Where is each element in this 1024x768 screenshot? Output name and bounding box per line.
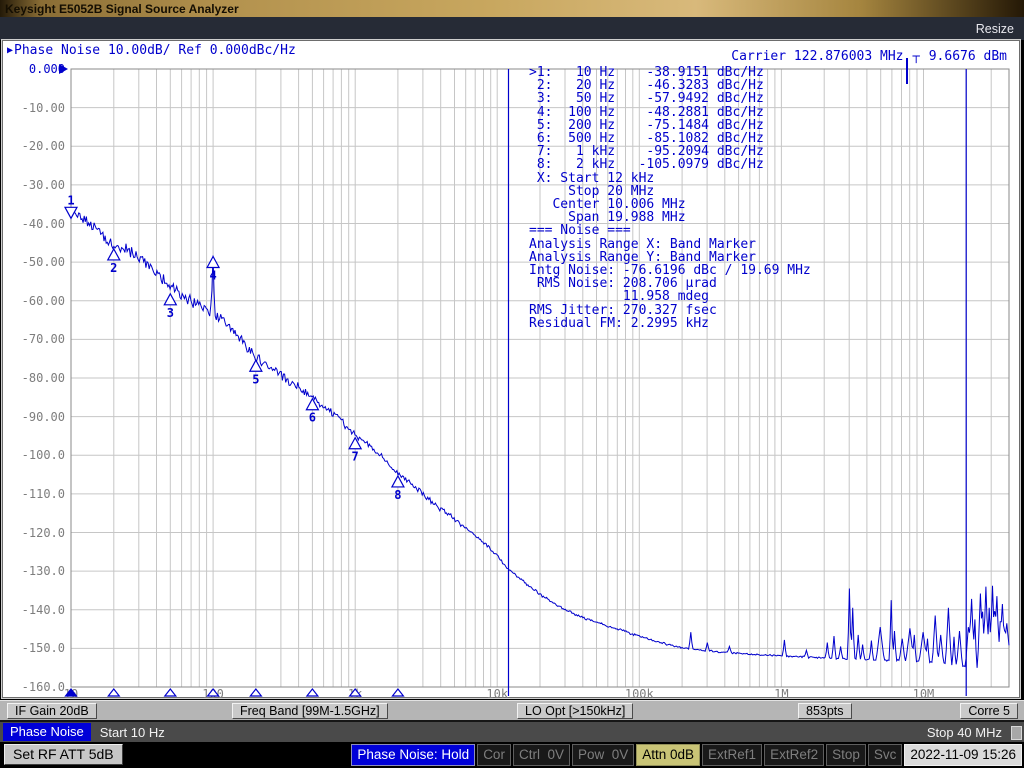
reference-level-icon[interactable] — [59, 64, 68, 74]
y-axis-label: -130.0 — [3, 564, 65, 578]
trace-marker-6[interactable]: 6 — [306, 399, 318, 425]
menu-bar: Resize — [0, 17, 1024, 40]
status-svc: Svc — [868, 744, 903, 766]
status-phase-noise-hold: Phase Noise: Hold — [351, 744, 475, 766]
status-extref1: ExtRef1 — [702, 744, 762, 766]
status-cor: Cor — [477, 744, 511, 766]
marker-number: 3 — [167, 306, 174, 320]
marker-number: 5 — [252, 372, 259, 386]
axis-marker-tick-5[interactable] — [250, 689, 261, 696]
scrollbar-corner — [1011, 726, 1022, 740]
y-axis-label: -30.00 — [3, 178, 65, 192]
y-axis-label: -70.00 — [3, 332, 65, 346]
phase-noise-plot: 1 2 3 4 5 6 7 8 — [3, 41, 1019, 697]
status-stop: Stop — [826, 744, 866, 766]
resize-button[interactable]: Resize — [976, 22, 1024, 36]
marker-number: 4 — [209, 269, 216, 283]
marker-number: 6 — [309, 411, 316, 425]
y-axis-label: -120.0 — [3, 526, 65, 540]
y-axis-label: -50.00 — [3, 255, 65, 269]
carrier-frequency: Carrier 122.876003 MHz — [731, 49, 903, 64]
carrier-readout: Carrier 122.876003 MHz ┬ 9.6676 dBm — [731, 49, 1007, 64]
marker-number: 7 — [352, 450, 359, 464]
marker-triangle — [108, 249, 120, 260]
axis-marker-tick-2[interactable] — [108, 689, 119, 696]
band-indicator-icon: ┬ — [912, 49, 919, 63]
window-title: Keysight E5052B Signal Source Analyzer — [0, 2, 239, 16]
status-attn-0db: Attn 0dB — [636, 744, 700, 766]
y-axis-label: -160.0 — [3, 680, 65, 694]
marker-info-readout: >1: 10 Hz -38.9151 dBc/Hz 2: 20 Hz -46.3… — [529, 66, 811, 330]
axis-marker-tick-4[interactable] — [208, 689, 219, 696]
y-axis-label: -40.00 — [3, 217, 65, 231]
axis-marker-tick-7[interactable] — [350, 689, 361, 696]
y-axis-label: -10.00 — [3, 101, 65, 115]
trace-marker-3[interactable]: 3 — [164, 294, 176, 320]
y-axis-label: -90.00 — [3, 410, 65, 424]
trace-marker-5[interactable]: 5 — [250, 360, 262, 386]
status-extref2: ExtRef2 — [764, 744, 824, 766]
softkey-bar: IF Gain 20dB Freq Band [99M-1.5GHz] LO Opt… — [0, 700, 1024, 720]
softkey-853pts[interactable]: 853pts — [798, 703, 852, 719]
measurement-tab-bar: Phase Noise Start 10 Hz Stop 40 MHz — [0, 720, 1024, 742]
status-pow-0v: Pow 0V — [572, 744, 634, 766]
y-axis-label: -150.0 — [3, 641, 65, 655]
status-ctrl-0v: Ctrl 0V — [513, 744, 570, 766]
y-axis-label: 0.000 — [3, 62, 65, 76]
marker-triangle — [392, 476, 404, 487]
axis-marker-tick-6[interactable] — [307, 689, 318, 696]
trace-marker-4[interactable]: 4 — [207, 257, 219, 283]
axis-marker-tick-1[interactable] — [66, 689, 77, 696]
instrument-screen: Keysight E5052B Signal Source Analyzer R… — [0, 0, 1024, 768]
y-axis-label: -80.00 — [3, 371, 65, 385]
softkey-corre-5[interactable]: Corre 5 — [960, 703, 1018, 719]
window-title-bar[interactable]: Keysight E5052B Signal Source Analyzer — [0, 0, 1024, 17]
status-2022-11-09-15-26: 2022-11-09 15:26 — [904, 744, 1022, 766]
axis-marker-tick-8[interactable] — [392, 689, 403, 696]
trace-scale-label[interactable]: ▶Phase Noise 10.00dB/ Ref 0.000dBc/Hz — [7, 43, 296, 58]
y-axis-label: -100.0 — [3, 448, 65, 462]
marker-triangle — [349, 438, 361, 449]
marker-number: 2 — [110, 261, 117, 275]
sweep-stop-label: Stop 40 MHz — [927, 725, 1002, 740]
softkey-lo-opt-150khz[interactable]: LO Opt [>150kHz] — [517, 703, 633, 719]
trace-marker-1[interactable]: 1 — [65, 193, 77, 218]
marker-triangle — [164, 294, 176, 305]
trace-scale-text: Phase Noise 10.00dB/ Ref 0.000dBc/Hz — [14, 43, 296, 58]
phase-noise-graph-window: 1 2 3 4 5 6 7 8 ▶Phase Noise 10.00dB/ Ref 0.000… — [2, 40, 1020, 698]
y-axis-label: -110.0 — [3, 487, 65, 501]
entry-caret — [906, 58, 908, 84]
y-axis-label: -20.00 — [3, 139, 65, 153]
sweep-start-label: Start 10 Hz — [100, 725, 165, 740]
carrier-power: 9.6676 dBm — [929, 49, 1007, 64]
status-indicators: Phase Noise: HoldCorCtrl 0VPow 0VAttn 0d… — [351, 744, 1022, 766]
trace-marker-7[interactable]: 7 — [349, 438, 361, 464]
y-axis-label: -140.0 — [3, 603, 65, 617]
trace-marker-icon: ▶ — [7, 45, 13, 56]
set-rf-att-button[interactable]: Set RF ATT 5dB — [4, 744, 123, 765]
tab-phase-noise[interactable]: Phase Noise — [3, 723, 91, 741]
marker-number: 1 — [67, 193, 74, 207]
y-axis-label: -60.00 — [3, 294, 65, 308]
softkey-freq-band-99m-1-5ghz[interactable]: Freq Band [99M-1.5GHz] — [232, 703, 388, 719]
marker-number: 8 — [394, 488, 401, 502]
trace-marker-8[interactable]: 8 — [392, 476, 404, 502]
softkey-if-gain-20db[interactable]: IF Gain 20dB — [7, 703, 97, 719]
status-bar: Set RF ATT 5dB Phase Noise: HoldCorCtrl … — [0, 742, 1024, 768]
axis-marker-tick-3[interactable] — [165, 689, 176, 696]
